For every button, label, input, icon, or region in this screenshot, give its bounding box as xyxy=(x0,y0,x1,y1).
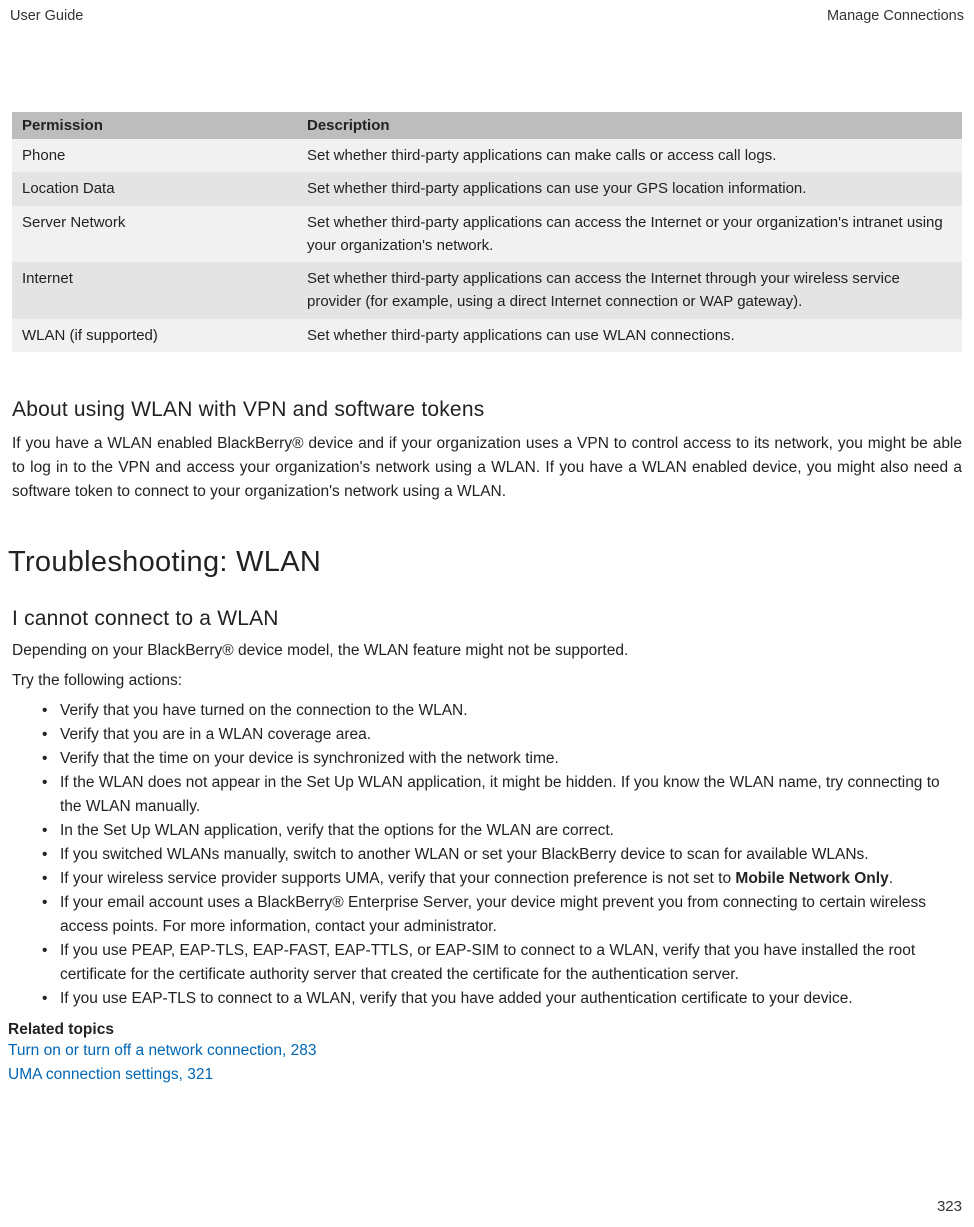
bullet-list: Verify that you have turned on the conne… xyxy=(12,699,962,1011)
page-number: 323 xyxy=(937,1198,962,1215)
section-heading-wlan-vpn: About using WLAN with VPN and software t… xyxy=(12,398,962,422)
list-item: If you use EAP-TLS to connect to a WLAN,… xyxy=(60,987,962,1011)
cell-description: Set whether third-party applications can… xyxy=(297,172,962,205)
cell-permission: Internet xyxy=(12,262,297,319)
cell-permission: Server Network xyxy=(12,206,297,263)
list-item: If you switched WLANs manually, switch t… xyxy=(60,843,962,867)
cell-permission: Phone xyxy=(12,139,297,172)
cell-description: Set whether third-party applications can… xyxy=(297,319,962,352)
table-row: Phone Set whether third-party applicatio… xyxy=(12,139,962,172)
text: If your wireless service provider suppor… xyxy=(60,870,735,887)
list-item: If the WLAN does not appear in the Set U… xyxy=(60,771,962,819)
table-row: WLAN (if supported) Set whether third-pa… xyxy=(12,319,962,352)
list-item: If your email account uses a BlackBerry®… xyxy=(60,891,962,939)
body-text: Depending on your BlackBerry® device mod… xyxy=(12,639,962,663)
permissions-table: Permission Description Phone Set whether… xyxy=(12,112,962,352)
list-item: Verify that you are in a WLAN coverage a… xyxy=(60,723,962,747)
text: . xyxy=(889,870,893,887)
table-row: Location Data Set whether third-party ap… xyxy=(12,172,962,205)
body-text: If you have a WLAN enabled BlackBerry® d… xyxy=(12,432,962,504)
cell-permission: Location Data xyxy=(12,172,297,205)
body-text: Try the following actions: xyxy=(12,669,962,693)
list-item: Verify that the time on your device is s… xyxy=(60,747,962,771)
cell-description: Set whether third-party applications can… xyxy=(297,206,962,263)
header-left: User Guide xyxy=(10,8,83,24)
list-item: Verify that you have turned on the conne… xyxy=(60,699,962,723)
cell-description: Set whether third-party applications can… xyxy=(297,139,962,172)
subsection-heading: I cannot connect to a WLAN xyxy=(12,607,962,631)
th-description: Description xyxy=(297,112,962,139)
table-row: Server Network Set whether third-party a… xyxy=(12,206,962,263)
th-permission: Permission xyxy=(12,112,297,139)
list-item: If you use PEAP, EAP-TLS, EAP-FAST, EAP-… xyxy=(60,939,962,987)
list-item: If your wireless service provider suppor… xyxy=(60,867,962,891)
cell-permission: WLAN (if supported) xyxy=(12,319,297,352)
header-right: Manage Connections xyxy=(827,8,964,24)
related-link[interactable]: UMA connection settings, 321 xyxy=(8,1063,962,1087)
table-row: Internet Set whether third-party applica… xyxy=(12,262,962,319)
bold-text: Mobile Network Only xyxy=(735,870,888,887)
related-topics-heading: Related topics xyxy=(8,1021,962,1039)
related-link[interactable]: Turn on or turn off a network connection… xyxy=(8,1039,962,1063)
list-item: In the Set Up WLAN application, verify t… xyxy=(60,819,962,843)
cell-description: Set whether third-party applications can… xyxy=(297,262,962,319)
section-heading-troubleshooting: Troubleshooting: WLAN xyxy=(8,546,962,579)
